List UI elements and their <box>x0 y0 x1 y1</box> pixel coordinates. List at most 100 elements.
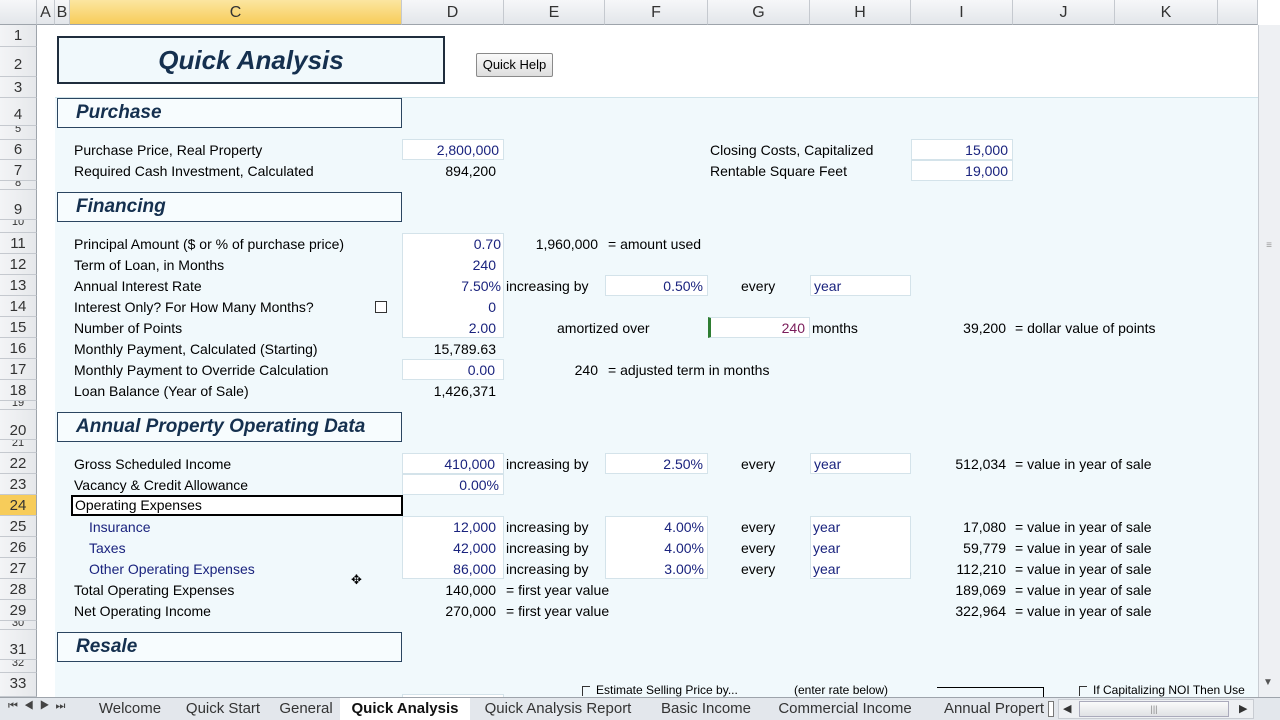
closing-costs-input[interactable]: 15,000 <box>911 139 1013 160</box>
section-financing: Financing <box>57 192 402 222</box>
row-header[interactable]: 15 <box>0 317 37 338</box>
row-header[interactable]: 13 <box>0 275 37 296</box>
rate-field[interactable] <box>937 687 1044 697</box>
rate-every-label: every <box>741 278 776 294</box>
row-header[interactable]: 12 <box>0 254 37 275</box>
amortized-over-input[interactable]: 240 <box>708 317 810 338</box>
tab-quick-start[interactable]: Quick Start <box>174 698 272 720</box>
row-header[interactable]: 2 <box>0 47 37 77</box>
row-header[interactable]: 21 <box>0 440 37 453</box>
row-header[interactable]: 4 <box>0 98 37 126</box>
tab-split-handle[interactable] <box>1048 701 1054 717</box>
row-header[interactable]: 26 <box>0 537 37 558</box>
row-header[interactable]: 6 <box>0 140 37 160</box>
horizontal-scrollbar[interactable]: ◀ ||| ▶ <box>1058 699 1254 719</box>
row-header[interactable]: 18 <box>0 380 37 401</box>
column-header-c[interactable]: C <box>70 0 402 25</box>
quick-help-button[interactable]: Quick Help <box>476 53 553 77</box>
column-header-l[interactable] <box>1218 0 1258 25</box>
tab-basic-income[interactable]: Basic Income <box>650 698 762 720</box>
row-header-selected[interactable]: 24 <box>0 495 37 516</box>
row-header[interactable]: 30 <box>0 621 37 630</box>
column-header-i[interactable]: I <box>911 0 1013 25</box>
select-all-corner[interactable] <box>0 0 37 25</box>
other-expenses-period-input[interactable]: year <box>813 559 840 580</box>
vacancy-input[interactable]: 0.00% <box>402 474 504 495</box>
gross-income-input[interactable]: 410,000 <box>402 453 504 474</box>
tab-navigation-arrows-icon[interactable]: ⏮◀▶⏭ <box>8 700 71 713</box>
points-input[interactable]: 2.00 <box>402 318 496 339</box>
scroll-thumb-grip-icon[interactable]: ≡ <box>1264 240 1274 251</box>
rate-input[interactable]: 7.50% <box>402 276 501 297</box>
column-header-j[interactable]: J <box>1013 0 1115 25</box>
column-header-e[interactable]: E <box>504 0 605 25</box>
scroll-down-arrow-icon[interactable]: ▼ <box>1263 677 1273 688</box>
term-input[interactable]: 240 <box>402 255 496 276</box>
gross-income-period-input[interactable]: year <box>810 453 911 474</box>
operating-expenses-label-selected-cell[interactable]: Operating Expenses <box>71 495 403 516</box>
row-header[interactable]: 16 <box>0 338 37 359</box>
column-header-h[interactable]: H <box>810 0 911 25</box>
principal-input[interactable]: 0.70 <box>402 234 501 255</box>
capitalizing-noi-checkbox[interactable]: If Capitalizing NOI Then Use <box>1079 682 1258 698</box>
tab-general[interactable]: General <box>272 698 340 720</box>
rate-increase-input[interactable]: 0.50% <box>605 275 708 296</box>
row-header[interactable]: 9 <box>0 190 37 220</box>
override-payment-label: Monthly Payment to Override Calculation <box>74 362 329 378</box>
other-expenses-increase-input[interactable]: 3.00% <box>605 559 704 580</box>
total-expenses-label: Total Operating Expenses <box>74 582 235 598</box>
insurance-input[interactable]: 12,000 <box>402 517 496 538</box>
row-header[interactable]: 3 <box>0 77 37 98</box>
row-header[interactable]: 8 <box>0 181 37 190</box>
vertical-scrollbar[interactable]: ≡ ▼ <box>1258 25 1280 697</box>
row-header[interactable]: 14 <box>0 296 37 317</box>
square-feet-label: Rentable Square Feet <box>710 163 847 179</box>
row-header[interactable]: 11 <box>0 233 37 254</box>
rate-period-input[interactable]: year <box>810 275 911 296</box>
override-payment-input[interactable]: 0.00 <box>402 359 504 380</box>
tab-welcome[interactable]: Welcome <box>86 698 174 720</box>
row-header[interactable]: 33 <box>0 673 37 697</box>
other-expenses-input[interactable]: 86,000 <box>402 559 496 580</box>
interest-only-checkbox[interactable] <box>375 301 387 313</box>
square-feet-input[interactable]: 19,000 <box>911 160 1013 181</box>
tab-quick-analysis[interactable]: Quick Analysis <box>340 698 470 720</box>
column-header-a[interactable]: A <box>37 0 55 25</box>
tab-quick-analysis-report[interactable]: Quick Analysis Report <box>478 698 638 720</box>
gross-income-increase-input[interactable]: 2.50% <box>605 453 708 474</box>
row-header[interactable]: 19 <box>0 401 37 410</box>
total-expenses-value: 140,000 <box>445 582 496 598</box>
taxes-input[interactable]: 42,000 <box>402 538 496 559</box>
tab-annual-property[interactable]: Annual Propert <box>940 698 1048 720</box>
row-header[interactable]: 1 <box>0 25 37 47</box>
row-header[interactable]: 5 <box>0 126 37 140</box>
scroll-left-arrow-icon[interactable]: ◀ <box>1063 702 1071 715</box>
column-header-b[interactable]: B <box>55 0 70 25</box>
row-header[interactable]: 23 <box>0 474 37 495</box>
scroll-right-arrow-icon[interactable]: ▶ <box>1239 702 1247 715</box>
row-header[interactable]: 31 <box>0 630 37 660</box>
column-header-f[interactable]: F <box>605 0 708 25</box>
column-header-k[interactable]: K <box>1115 0 1218 25</box>
row-header[interactable]: 32 <box>0 660 37 673</box>
taxes-increase-input[interactable]: 4.00% <box>605 538 704 559</box>
row-header[interactable]: 22 <box>0 453 37 474</box>
interest-only-months-input[interactable]: 0 <box>402 297 496 318</box>
insurance-increase-input[interactable]: 4.00% <box>605 517 704 538</box>
row-header[interactable]: 20 <box>0 410 37 440</box>
row-header[interactable]: 29 <box>0 600 37 621</box>
row-header[interactable]: 17 <box>0 359 37 380</box>
row-header[interactable]: 25 <box>0 516 37 537</box>
insurance-period-input[interactable]: year <box>813 517 840 538</box>
row-header[interactable]: 27 <box>0 558 37 579</box>
taxes-period-input[interactable]: year <box>813 538 840 559</box>
scroll-thumb[interactable]: ||| <box>1079 701 1229 717</box>
row-header[interactable]: 28 <box>0 579 37 600</box>
column-header-g[interactable]: G <box>708 0 810 25</box>
row-header[interactable]: 10 <box>0 220 37 233</box>
column-header-d[interactable]: D <box>402 0 504 25</box>
estimate-selling-price-checkbox[interactable]: Estimate Selling Price by... <box>582 682 738 698</box>
tab-commercial-income[interactable]: Commercial Income <box>770 698 920 720</box>
row-header[interactable]: 7 <box>0 160 37 181</box>
purchase-price-input[interactable]: 2,800,000 <box>402 139 504 160</box>
